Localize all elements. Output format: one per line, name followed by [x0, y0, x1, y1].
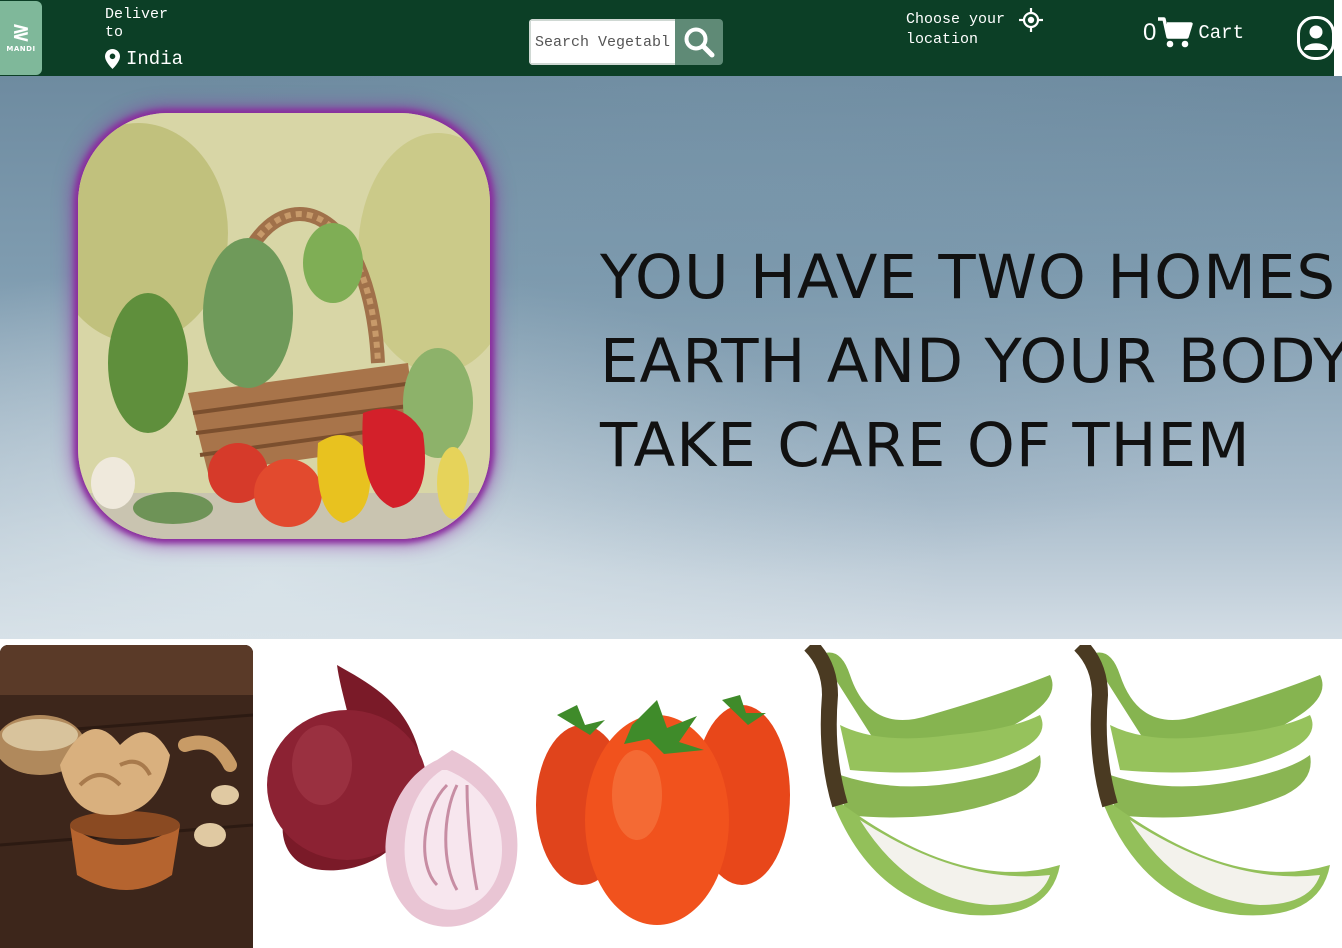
- product-image-onion[interactable]: [262, 645, 524, 948]
- product-image-raw-banana[interactable]: [800, 645, 1062, 948]
- crosshair-location-icon[interactable]: [1019, 8, 1043, 32]
- search-icon: [684, 27, 715, 58]
- quote-line-3: TAKE CARE OF THEM: [600, 410, 1251, 481]
- deliver-country: India: [126, 48, 184, 70]
- cart-label: Cart: [1198, 22, 1244, 44]
- product-strip: [0, 645, 1342, 948]
- brand-logo[interactable]: ≷ MANDI: [0, 1, 42, 75]
- shopping-cart-icon: [1158, 17, 1194, 48]
- hero-banner: YOU HAVE TWO HOMES: EARTH AND YOUR BODY …: [0, 76, 1342, 639]
- cart-count: 0: [1143, 19, 1157, 46]
- search-bar: [529, 19, 723, 65]
- top-navbar: ≷ MANDI Deliver to India Choose your loc…: [0, 0, 1335, 76]
- logo-mark: ≷: [11, 20, 31, 45]
- quote-line-2: EARTH AND YOUR BODY ,: [600, 326, 1342, 397]
- choose-location[interactable]: Choose your location: [906, 8, 1056, 50]
- search-button[interactable]: [675, 19, 723, 65]
- user-account-icon: [1297, 16, 1335, 60]
- deliver-label: Deliver to: [105, 6, 169, 41]
- logo-text: MANDI: [6, 45, 36, 53]
- hero-quote: YOU HAVE TWO HOMES: EARTH AND YOUR BODY …: [600, 236, 1342, 488]
- map-pin-icon: [105, 49, 120, 69]
- search-input[interactable]: [529, 19, 675, 65]
- vegetable-basket-image: [78, 113, 490, 539]
- cart-button[interactable]: 0 Cart: [1143, 17, 1244, 49]
- product-image-raw-banana[interactable]: [1070, 645, 1342, 948]
- quote-line-1: YOU HAVE TWO HOMES:: [600, 242, 1342, 313]
- deliver-to[interactable]: Deliver to India: [105, 6, 215, 70]
- user-account-button[interactable]: [1297, 16, 1335, 60]
- location-label: Choose your location: [906, 11, 1006, 48]
- product-image-ginger[interactable]: [0, 645, 253, 948]
- product-image-tomato[interactable]: [532, 645, 794, 948]
